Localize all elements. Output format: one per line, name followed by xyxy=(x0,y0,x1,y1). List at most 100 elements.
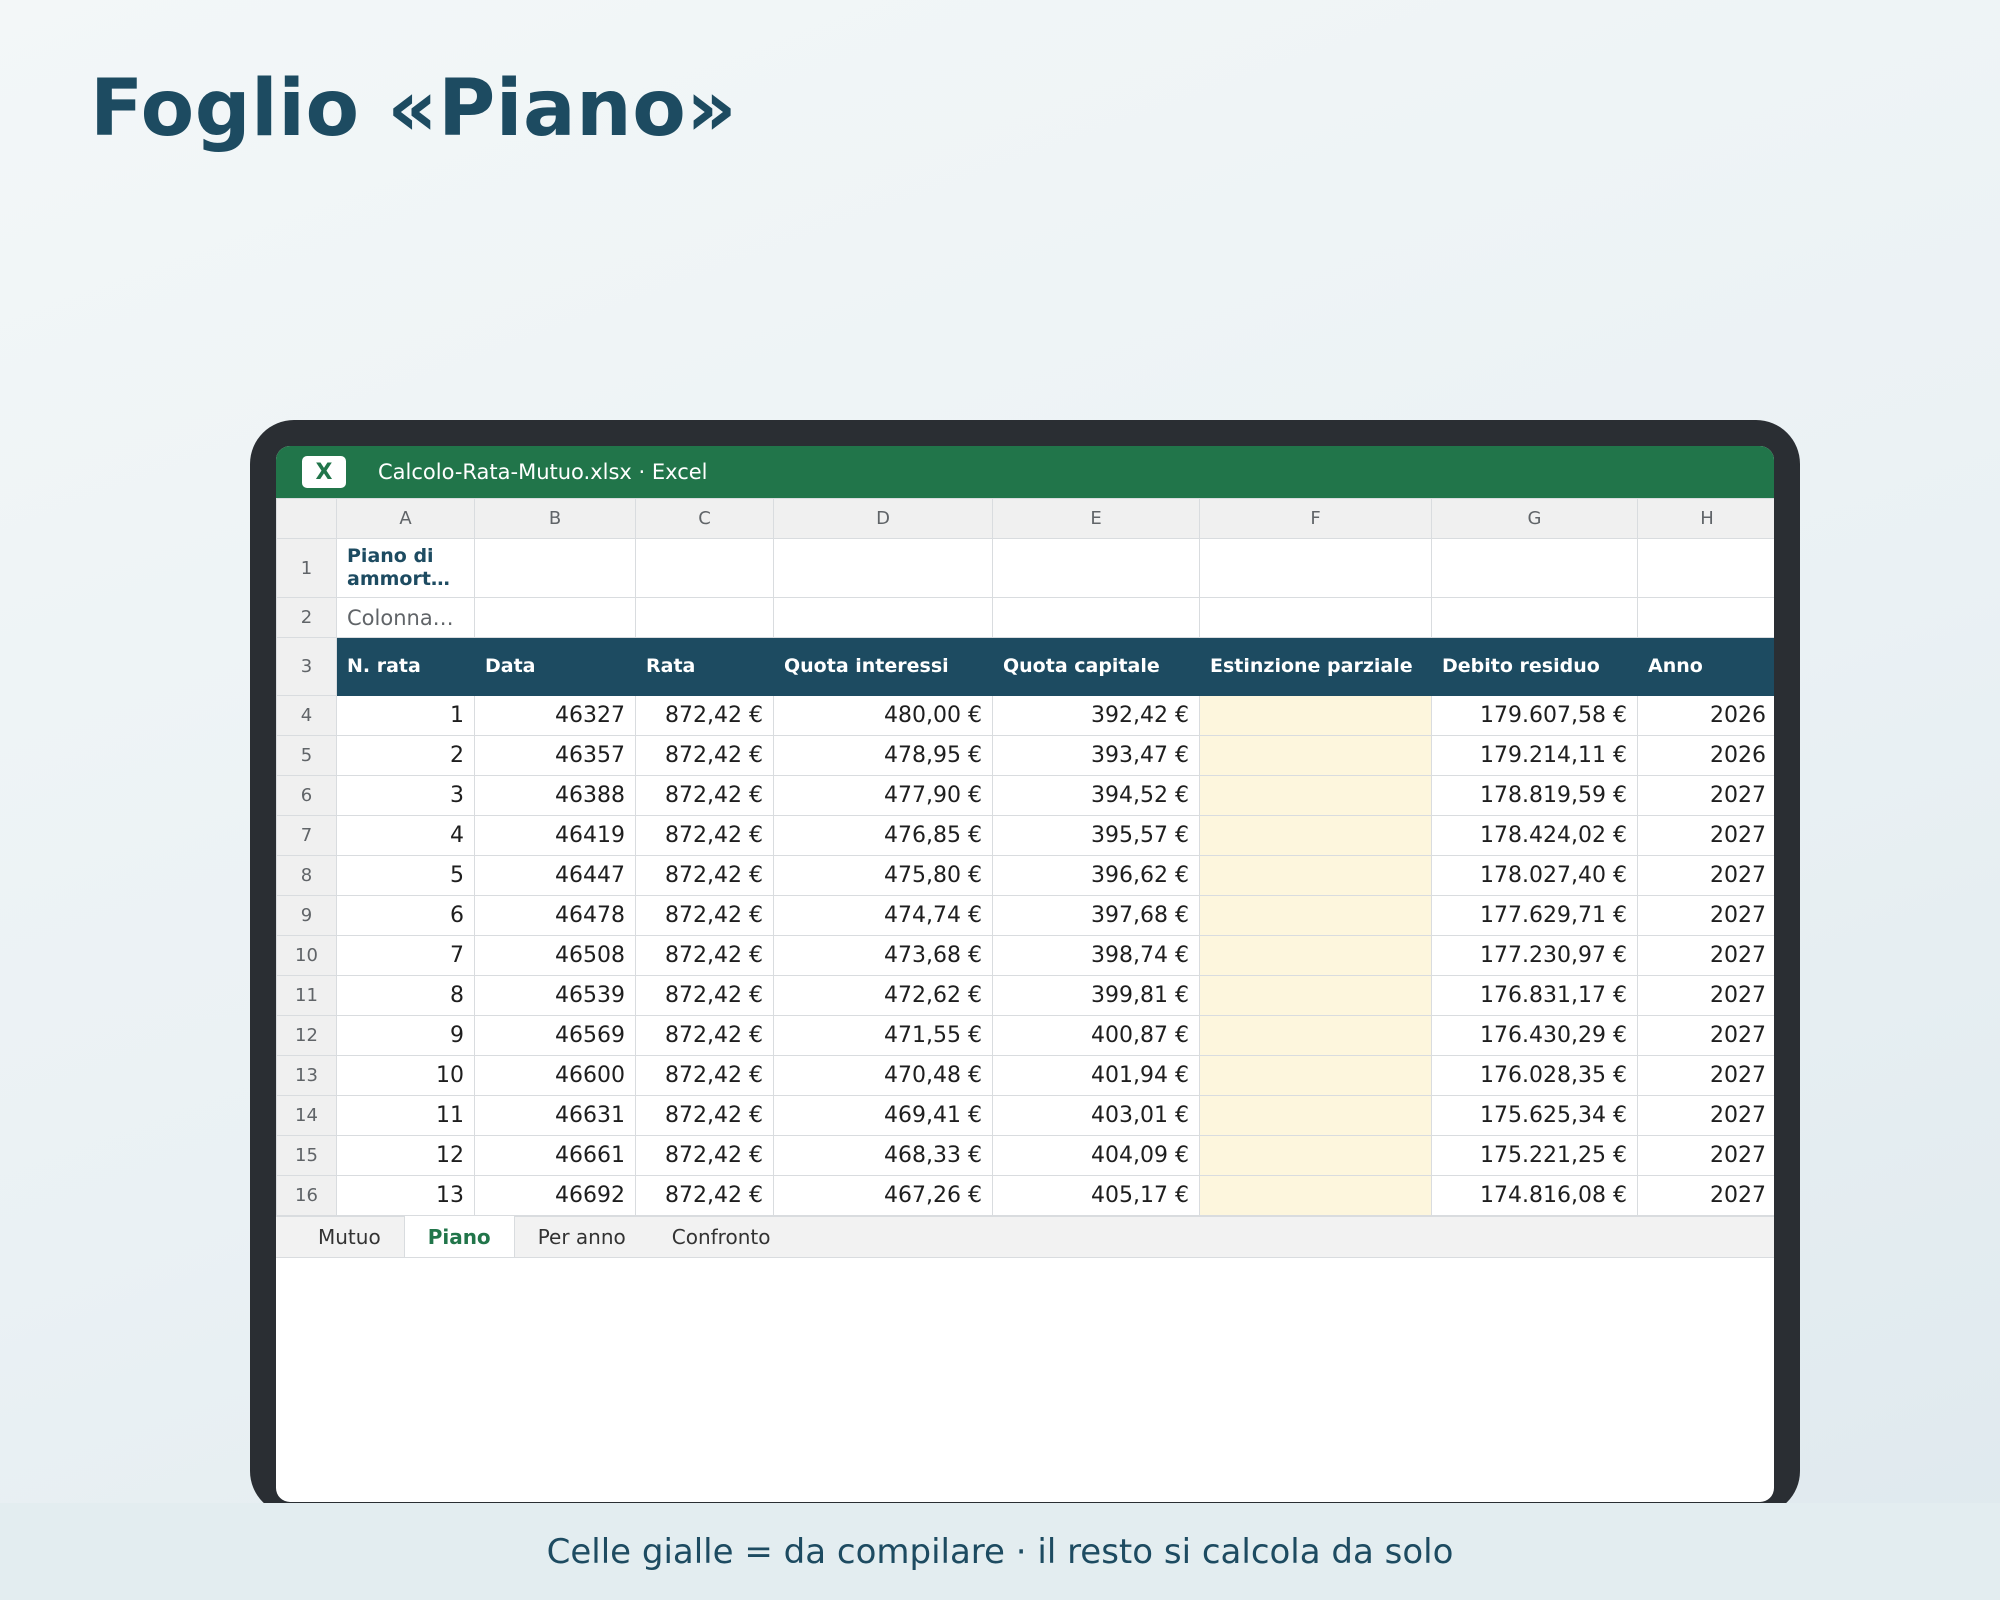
cell-a2-note[interactable]: Colonna… xyxy=(336,597,475,638)
cell-rata[interactable]: 872,42 € xyxy=(635,1015,774,1056)
cell-quota-capitale[interactable]: 392,42 € xyxy=(992,695,1200,736)
cell-debito-residuo[interactable]: 175.625,34 € xyxy=(1431,1095,1638,1136)
cell-data[interactable]: 46661 xyxy=(474,1135,636,1176)
header-estinzione-parziale[interactable]: Estinzione parziale xyxy=(1199,637,1432,696)
column-header-g[interactable]: G xyxy=(1431,498,1638,539)
cell-n-rata[interactable]: 11 xyxy=(336,1095,475,1136)
cell-estinzione-parziale[interactable] xyxy=(1199,815,1432,856)
cell[interactable] xyxy=(773,597,993,638)
header-quota-capitale[interactable]: Quota capitale xyxy=(992,637,1200,696)
column-header-d[interactable]: D xyxy=(773,498,993,539)
cell-quota-interessi[interactable]: 468,33 € xyxy=(773,1135,993,1176)
cell-rata[interactable]: 872,42 € xyxy=(635,975,774,1016)
cell-n-rata[interactable]: 13 xyxy=(336,1175,475,1216)
cell-n-rata[interactable]: 4 xyxy=(336,815,475,856)
cell-estinzione-parziale[interactable] xyxy=(1199,735,1432,776)
cell-n-rata[interactable]: 10 xyxy=(336,1055,475,1096)
cell-rata[interactable]: 872,42 € xyxy=(635,735,774,776)
cell-rata[interactable]: 872,42 € xyxy=(635,695,774,736)
cell-quota-interessi[interactable]: 471,55 € xyxy=(773,1015,993,1056)
cell-quota-interessi[interactable]: 478,95 € xyxy=(773,735,993,776)
row-header[interactable]: 1 xyxy=(276,538,337,598)
cell-quota-capitale[interactable]: 398,74 € xyxy=(992,935,1200,976)
row-header[interactable]: 15 xyxy=(276,1135,337,1176)
cell-n-rata[interactable]: 5 xyxy=(336,855,475,896)
cell-estinzione-parziale[interactable] xyxy=(1199,1175,1432,1216)
column-header-e[interactable]: E xyxy=(992,498,1200,539)
cell-estinzione-parziale[interactable] xyxy=(1199,775,1432,816)
cell-debito-residuo[interactable]: 175.221,25 € xyxy=(1431,1135,1638,1176)
cell-estinzione-parziale[interactable] xyxy=(1199,855,1432,896)
cell-data[interactable]: 46569 xyxy=(474,1015,636,1056)
column-header-a[interactable]: A xyxy=(336,498,475,539)
cell-rata[interactable]: 872,42 € xyxy=(635,1135,774,1176)
cell-estinzione-parziale[interactable] xyxy=(1199,1135,1432,1176)
row-header[interactable]: 2 xyxy=(276,597,337,638)
cell-data[interactable]: 46447 xyxy=(474,855,636,896)
row-header[interactable]: 7 xyxy=(276,815,337,856)
row-header[interactable]: 11 xyxy=(276,975,337,1016)
cell-rata[interactable]: 872,42 € xyxy=(635,815,774,856)
cell-n-rata[interactable]: 8 xyxy=(336,975,475,1016)
cell-rata[interactable]: 872,42 € xyxy=(635,895,774,936)
cell-quota-capitale[interactable]: 400,87 € xyxy=(992,1015,1200,1056)
sheet-tab-piano[interactable]: Piano xyxy=(403,1216,515,1257)
cell[interactable] xyxy=(1199,597,1432,638)
cell-rata[interactable]: 872,42 € xyxy=(635,775,774,816)
row-header[interactable]: 10 xyxy=(276,935,337,976)
cell-quota-interessi[interactable]: 476,85 € xyxy=(773,815,993,856)
cell-anno[interactable]: 2027 xyxy=(1637,1055,1774,1096)
cell-debito-residuo[interactable]: 179.607,58 € xyxy=(1431,695,1638,736)
cell-n-rata[interactable]: 7 xyxy=(336,935,475,976)
row-header[interactable]: 16 xyxy=(276,1175,337,1216)
cell-estinzione-parziale[interactable] xyxy=(1199,895,1432,936)
cell[interactable] xyxy=(1637,538,1774,598)
cell-n-rata[interactable]: 9 xyxy=(336,1015,475,1056)
cell-quota-interessi[interactable]: 472,62 € xyxy=(773,975,993,1016)
cell-data[interactable]: 46600 xyxy=(474,1055,636,1096)
cell-anno[interactable]: 2026 xyxy=(1637,695,1774,736)
cell-quota-interessi[interactable]: 473,68 € xyxy=(773,935,993,976)
cell-anno[interactable]: 2027 xyxy=(1637,935,1774,976)
cell-quota-interessi[interactable]: 480,00 € xyxy=(773,695,993,736)
cell-estinzione-parziale[interactable] xyxy=(1199,935,1432,976)
row-header[interactable]: 5 xyxy=(276,735,337,776)
cell-anno[interactable]: 2026 xyxy=(1637,735,1774,776)
cell[interactable] xyxy=(1431,597,1638,638)
cell-quota-interessi[interactable]: 474,74 € xyxy=(773,895,993,936)
cell-quota-capitale[interactable]: 404,09 € xyxy=(992,1135,1200,1176)
row-header[interactable]: 8 xyxy=(276,855,337,896)
row-header[interactable]: 12 xyxy=(276,1015,337,1056)
cell-estinzione-parziale[interactable] xyxy=(1199,695,1432,736)
cell[interactable] xyxy=(474,538,636,598)
cell-rata[interactable]: 872,42 € xyxy=(635,1095,774,1136)
row-header[interactable]: 9 xyxy=(276,895,337,936)
cell-rata[interactable]: 872,42 € xyxy=(635,855,774,896)
cell[interactable] xyxy=(992,538,1200,598)
cell-anno[interactable]: 2027 xyxy=(1637,815,1774,856)
cell-anno[interactable]: 2027 xyxy=(1637,855,1774,896)
cell-debito-residuo[interactable]: 176.028,35 € xyxy=(1431,1055,1638,1096)
cell-data[interactable]: 46419 xyxy=(474,815,636,856)
cell-debito-residuo[interactable]: 177.230,97 € xyxy=(1431,935,1638,976)
cell-data[interactable]: 46508 xyxy=(474,935,636,976)
cell-anno[interactable]: 2027 xyxy=(1637,775,1774,816)
cell-data[interactable]: 46478 xyxy=(474,895,636,936)
cell-data[interactable]: 46692 xyxy=(474,1175,636,1216)
cell-quota-capitale[interactable]: 396,62 € xyxy=(992,855,1200,896)
cell-data[interactable]: 46631 xyxy=(474,1095,636,1136)
cell-n-rata[interactable]: 12 xyxy=(336,1135,475,1176)
cell-quota-capitale[interactable]: 401,94 € xyxy=(992,1055,1200,1096)
cell-quota-capitale[interactable]: 399,81 € xyxy=(992,975,1200,1016)
cell-estinzione-parziale[interactable] xyxy=(1199,1015,1432,1056)
sheet-tab-per-anno[interactable]: Per anno xyxy=(515,1217,649,1257)
column-header-c[interactable]: C xyxy=(635,498,774,539)
cell-debito-residuo[interactable]: 179.214,11 € xyxy=(1431,735,1638,776)
cell-data[interactable]: 46539 xyxy=(474,975,636,1016)
cell-debito-residuo[interactable]: 176.831,17 € xyxy=(1431,975,1638,1016)
row-header[interactable]: 14 xyxy=(276,1095,337,1136)
row-header[interactable]: 3 xyxy=(276,637,337,696)
header-n-rata[interactable]: N. rata xyxy=(336,637,475,696)
header-rata[interactable]: Rata xyxy=(635,637,774,696)
row-header[interactable]: 6 xyxy=(276,775,337,816)
